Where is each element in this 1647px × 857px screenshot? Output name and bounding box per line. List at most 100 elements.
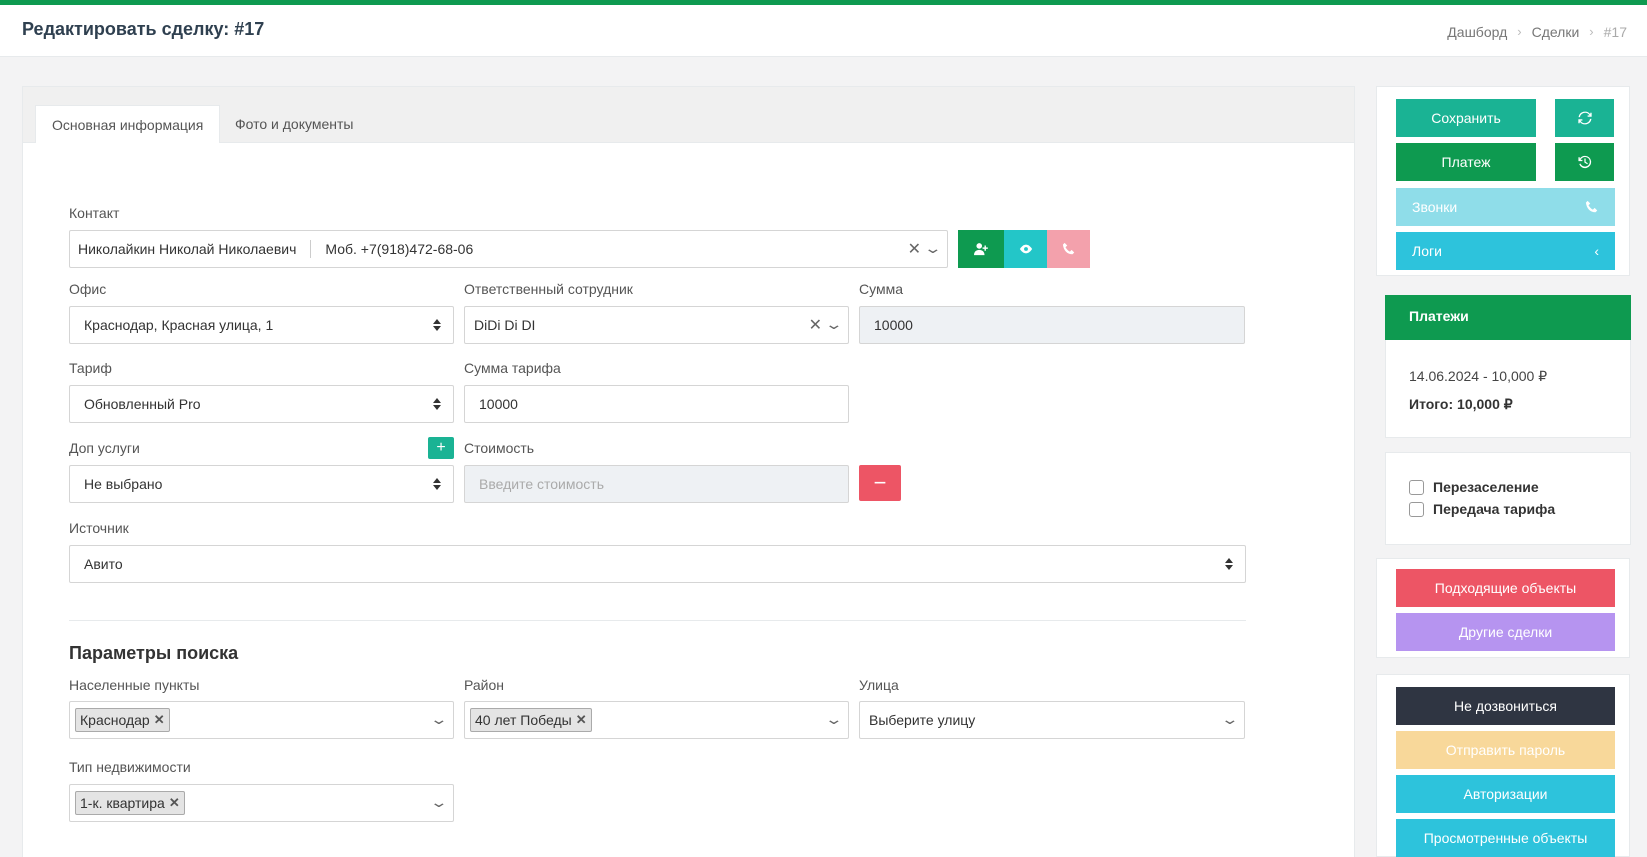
search-params-title: Параметры поиска <box>69 643 239 663</box>
resettle-option[interactable]: Перезаселение <box>1409 479 1539 495</box>
deal-form-card: Основная информация Фото и документы Кон… <box>22 86 1355 857</box>
page-title: Редактировать сделку: #17 <box>22 19 265 39</box>
history-icon <box>1577 155 1591 169</box>
breadcrumb-current: #17 <box>1603 24 1627 40</box>
chevron-down-icon[interactable]: ⌄ <box>825 711 844 728</box>
payment-total: Итого: 10,000 ₽ <box>1409 396 1513 412</box>
district-tag-label: 40 лет Победы <box>475 712 572 728</box>
chevron-down-icon[interactable]: ⌄ <box>430 794 449 811</box>
call-contact-button[interactable] <box>1047 230 1090 268</box>
calls-button[interactable]: Звонки <box>1396 188 1615 226</box>
options-panel <box>1385 452 1631 545</box>
tariff-select[interactable]: Обновленный Pro <box>69 385 454 423</box>
property-type-tag: 1-к. квартира ✕ <box>75 791 185 815</box>
not-reached-button[interactable]: Не дозвониться <box>1396 687 1615 725</box>
add-contact-button[interactable] <box>958 230 1004 268</box>
breadcrumb-separator-icon: › <box>1517 24 1522 39</box>
logs-button[interactable]: Логи ‹ <box>1396 232 1615 270</box>
eye-icon <box>1019 244 1032 254</box>
source-label: Источник <box>69 520 129 536</box>
payment-button[interactable]: Платеж <box>1396 143 1536 181</box>
sum-field: 10000 <box>859 306 1245 344</box>
employee-label: Ответственный сотрудник <box>464 281 633 297</box>
property-type-label: Тип недвижимости <box>69 759 191 775</box>
sort-arrows-icon <box>1225 557 1233 571</box>
cost-input[interactable]: Введите стоимость <box>464 465 849 503</box>
extra-services-value: Не выбрано <box>84 476 163 492</box>
contact-label: Контакт <box>69 205 120 221</box>
page-header: Редактировать сделку: #17 Дашборд › Сдел… <box>0 5 1647 57</box>
tariff-transfer-checkbox[interactable] <box>1409 501 1424 517</box>
resettle-label: Перезаселение <box>1433 479 1539 495</box>
sort-arrows-icon <box>433 318 441 332</box>
save-button[interactable]: Сохранить <box>1396 99 1536 137</box>
resettle-checkbox[interactable] <box>1409 479 1424 495</box>
remove-service-button[interactable]: − <box>859 465 901 501</box>
street-placeholder: Выберите улицу <box>869 712 976 728</box>
tariff-transfer-label: Передача тарифа <box>1433 501 1556 517</box>
remove-tag-icon[interactable]: ✕ <box>154 712 165 728</box>
settlement-tag-label: Краснодар <box>80 712 150 728</box>
district-select[interactable]: 40 лет Победы ✕ ⌄ <box>464 701 849 739</box>
breadcrumb-dashboard[interactable]: Дашборд <box>1447 24 1507 40</box>
phone-icon <box>1062 242 1074 255</box>
breadcrumb-deals[interactable]: Сделки <box>1532 24 1580 40</box>
employee-select[interactable]: DiDi Di DI ✕ ⌄ <box>464 306 849 344</box>
contact-select[interactable]: Николайкин Николай Николаевич Моб. +7(91… <box>69 230 948 268</box>
chevron-left-icon: ‹ <box>1594 243 1599 259</box>
chevron-down-icon[interactable]: ⌄ <box>825 316 844 333</box>
tariff-sum-label: Сумма тарифа <box>464 360 561 376</box>
sort-arrows-icon <box>433 477 441 491</box>
tab-photos-docs[interactable]: Фото и документы <box>219 105 369 143</box>
remove-tag-icon[interactable]: ✕ <box>169 795 180 811</box>
office-label: Офис <box>69 281 107 297</box>
clear-icon[interactable]: ✕ <box>908 239 921 259</box>
breadcrumb-separator-icon: › <box>1589 24 1594 39</box>
tariff-value: Обновленный Pro <box>84 396 201 412</box>
contact-divider <box>310 240 312 258</box>
sum-value: 10000 <box>874 317 913 333</box>
district-tag: 40 лет Победы ✕ <box>470 708 592 732</box>
property-type-tag-label: 1-к. квартира <box>80 795 165 811</box>
view-contact-button[interactable] <box>1004 230 1047 268</box>
contact-name: Николайкин Николай Николаевич <box>78 241 297 257</box>
chevron-down-icon[interactable]: ⌄ <box>1221 711 1240 728</box>
source-select[interactable]: Авито <box>69 545 1246 583</box>
matching-objects-button[interactable]: Подходящие объекты <box>1396 569 1615 607</box>
sum-label: Сумма <box>859 281 903 297</box>
extra-services-select[interactable]: Не выбрано <box>69 465 454 503</box>
chevron-down-icon[interactable]: ⌄ <box>430 711 449 728</box>
source-value: Авито <box>84 556 123 572</box>
tab-main-info[interactable]: Основная информация <box>35 105 221 143</box>
settlement-tag: Краснодар ✕ <box>75 708 170 732</box>
office-value: Краснодар, Красная улица, 1 <box>84 317 274 333</box>
refresh-button[interactable] <box>1555 99 1614 137</box>
tariff-transfer-option[interactable]: Передача тарифа <box>1409 501 1555 517</box>
district-label: Район <box>464 677 504 693</box>
chevron-down-icon[interactable]: ⌄ <box>924 240 943 257</box>
user-plus-icon <box>974 243 988 256</box>
settlements-select[interactable]: Краснодар ✕ ⌄ <box>69 701 454 739</box>
other-deals-button[interactable]: Другие сделки <box>1396 613 1615 651</box>
street-label: Улица <box>859 677 899 693</box>
send-password-button[interactable]: Отправить пароль <box>1396 731 1615 769</box>
payment-line: 14.06.2024 - 10,000 ₽ <box>1409 368 1548 384</box>
office-select[interactable]: Краснодар, Красная улица, 1 <box>69 306 454 344</box>
calls-label: Звонки <box>1412 199 1458 215</box>
divider <box>69 620 1246 621</box>
cost-label: Стоимость <box>464 440 535 456</box>
add-service-button[interactable]: + <box>428 437 454 459</box>
tabs-bar: Основная информация Фото и документы <box>23 87 1354 143</box>
contact-phone: Моб. +7(918)472-68-06 <box>325 241 474 257</box>
history-button[interactable] <box>1555 143 1614 181</box>
breadcrumb: Дашборд › Сделки › #17 <box>1447 24 1627 40</box>
refresh-icon <box>1577 111 1592 125</box>
employee-value: DiDi Di DI <box>474 317 536 333</box>
clear-icon[interactable]: ✕ <box>809 315 822 335</box>
property-type-select[interactable]: 1-к. квартира ✕ ⌄ <box>69 784 454 822</box>
authorizations-button[interactable]: Авторизации <box>1396 775 1615 813</box>
street-select[interactable]: Выберите улицу ⌄ <box>859 701 1245 739</box>
tariff-sum-input[interactable]: 10000 <box>464 385 849 423</box>
remove-tag-icon[interactable]: ✕ <box>576 712 587 728</box>
viewed-objects-button[interactable]: Просмотренные объекты <box>1396 819 1615 857</box>
